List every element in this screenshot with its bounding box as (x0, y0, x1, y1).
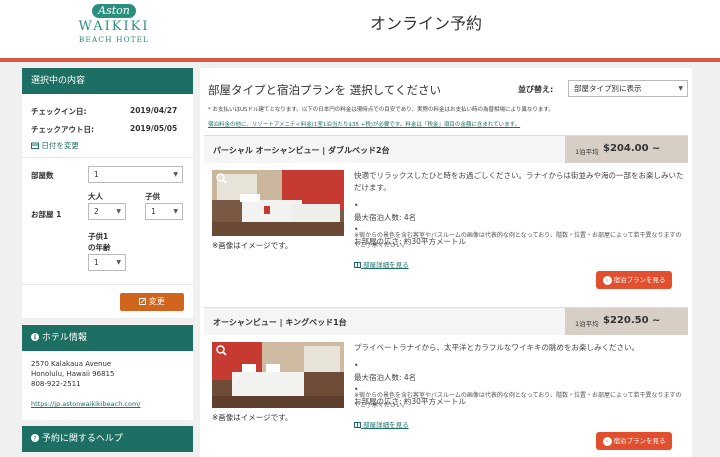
logo-sub-text: BEACH HOTEL (78, 35, 150, 44)
room-photo-image (212, 342, 344, 408)
image-disclaimer: ※宿からの景色を含む客室やバスルームの画像は代表的な例となっており、階数・位置・… (354, 232, 682, 249)
room-name: パーシャル オーシャンビュー | ダブルベッド2台 (213, 146, 390, 155)
room1-label: お部屋 1 (31, 210, 62, 219)
hotel-logo[interactable]: Aston WAIKIKI BEACH HOTEL (72, 4, 156, 54)
child-age-select[interactable]: 1 ▼ (88, 254, 126, 271)
hotel-info-heading-label: ホテル情報 (41, 333, 87, 343)
price-value: $204.00 ~ (603, 143, 661, 154)
room-header: オーシャンビュー | キングベッド1台 1泊平均 $220.50 ~ (204, 308, 688, 335)
change-button[interactable]: 変更 (120, 293, 184, 311)
adults-select[interactable]: 2 ▼ (88, 203, 126, 220)
view-plans-button[interactable]: › 宿泊プランを見る (596, 271, 672, 289)
page-header: Aston WAIKIKI BEACH HOTEL オンライン予約 (0, 0, 720, 58)
selection-panel-heading: 選択中の内容 (22, 68, 193, 94)
hotel-phone[interactable]: 808-922-2511 (31, 380, 81, 388)
change-dates-label: 日付を変更 (41, 141, 79, 150)
change-button-label: 変更 (148, 297, 165, 306)
image-caption: ※画像はイメージです。 (212, 241, 293, 250)
header-accent-bar (0, 58, 720, 62)
room-photo[interactable] (212, 342, 344, 408)
children-select[interactable]: 1 ▼ (145, 203, 183, 220)
checkout-value: 2019/05/05 (130, 124, 178, 133)
hotel-address-1: 2570 Kalakaua Avenue (31, 360, 112, 368)
room-description: プライベートラナイから、太平洋とカラフルなワイキキの眺めをお楽しみください。 (354, 343, 639, 352)
sort-select[interactable]: 部屋タイプ別に表示 ▼ (568, 80, 688, 97)
view-plans-label: 宿泊プランを見る (613, 276, 666, 284)
arrow-right-icon: › (602, 275, 612, 285)
floorplan-icon (354, 422, 361, 428)
adults-select-value: 2 (94, 207, 99, 216)
sidebar: 選択中の内容 チェックイン日: 2019/04/27 チェックアウト日: 201… (22, 68, 193, 457)
room-details-link[interactable]: 部屋詳細を見る (354, 419, 409, 429)
svg-text:?: ? (33, 435, 36, 442)
info-icon (31, 333, 39, 341)
price-label: 1泊平均 (575, 320, 599, 328)
help-heading-label: 予約に関するヘルプ (41, 434, 123, 444)
chevron-down-icon: ▼ (116, 259, 121, 266)
rooms-label: 部屋数 (31, 171, 54, 180)
room-photo[interactable] (212, 170, 344, 236)
child-age-label-1: 子供1 (88, 232, 109, 241)
price-box: 1泊平均 $204.00 ~ (565, 136, 688, 163)
room-details-label: 部屋詳細を見る (363, 261, 409, 269)
logo-script: Aston (92, 4, 136, 18)
rooms-select[interactable]: 1 ▼ (88, 166, 183, 183)
max-guests: • 最大宿泊人数: 4名 (354, 361, 417, 382)
page-title: オンライン予約 (370, 14, 483, 33)
room-card: パーシャル オーシャンビュー | ダブルベッド2台 1泊平均 $204.00 ~… (204, 135, 688, 294)
help-heading[interactable]: ? 予約に関するヘルプ (22, 426, 193, 452)
hotel-info-heading: ホテル情報 (22, 325, 193, 351)
hotel-info-panel: 2570 Kalakaua Avenue Honolulu, Hawaii 96… (22, 351, 193, 420)
checkin-label: チェックイン日: (31, 107, 87, 116)
max-guests: • 最大宿泊人数: 4名 (354, 201, 417, 222)
selection-panel: チェックイン日: 2019/04/27 チェックアウト日: 2019/05/05… (22, 94, 193, 318)
arrow-right-icon: › (602, 436, 612, 446)
checkin-value: 2019/04/27 (130, 106, 178, 115)
view-plans-button[interactable]: › 宿泊プランを見る (596, 432, 672, 450)
divider (22, 157, 193, 158)
price-label: 1泊平均 (575, 148, 599, 156)
rooms-select-value: 1 (94, 170, 99, 179)
zoom-icon[interactable] (216, 173, 227, 184)
logo-main-text: WAIKIKI (78, 19, 150, 34)
sort-label: 並び替え: (518, 85, 554, 94)
children-select-value: 1 (151, 207, 156, 216)
calendar-icon (31, 142, 39, 149)
children-label: 子供 (145, 192, 160, 201)
room-photo-image (212, 170, 344, 236)
floorplan-icon (354, 262, 361, 268)
chevron-down-icon: ▼ (678, 85, 683, 92)
main-heading: 部屋タイプと宿泊プランを 選択してください (208, 83, 441, 97)
question-icon: ? (31, 434, 39, 442)
view-plans-label: 宿泊プランを見る (613, 437, 666, 445)
currency-note: * お支払いはUSドル建てとなります。以下の日本円の料金は現時点での目安であり、… (208, 107, 554, 113)
image-disclaimer: ※宿からの景色を含む客室やバスルームの画像は代表的な例となっており、階数・位置・… (354, 392, 682, 409)
room-details-link[interactable]: 部屋詳細を見る (354, 259, 409, 269)
resort-fee-note[interactable]: 宿泊料金の他に、リゾートアメニティ料金(1室1泊当たり$35 +税)が必要です。… (208, 120, 520, 128)
main-content: 部屋タイプと宿泊プランを 選択してください 並び替え: 部屋タイプ別に表示 ▼ *… (200, 68, 692, 457)
room-details-label: 部屋詳細を見る (363, 421, 409, 429)
room-card: オーシャンビュー | キングベッド1台 1泊平均 $220.50 ~ ※画像はイ… (204, 307, 688, 457)
checkout-label: チェックアウト日: (31, 125, 94, 134)
zoom-icon[interactable] (216, 345, 227, 356)
room-header: パーシャル オーシャンビュー | ダブルベッド2台 1泊平均 $204.00 ~ (204, 136, 688, 163)
hotel-address-2: Honolulu, Hawaii 96815 (31, 370, 115, 378)
edit-icon (139, 298, 147, 305)
image-caption: ※画像はイメージです。 (212, 413, 293, 422)
child-age-select-value: 1 (94, 258, 99, 267)
room-description: 快適でリラックスしたひと時をお過ごしください。ラナイからは街並みや海の一部をお楽… (354, 171, 684, 192)
hotel-website-link[interactable]: https://jp.astonwaikikibeach.com/ (31, 400, 141, 408)
price-value: $220.50 ~ (603, 315, 661, 326)
child-age-label-2: の年齢 (88, 243, 111, 252)
chevron-down-icon: ▼ (173, 171, 178, 178)
price-box: 1泊平均 $220.50 ~ (565, 308, 688, 335)
room-name: オーシャンビュー | キングベッド1台 (213, 318, 347, 327)
sort-select-value: 部屋タイプ別に表示 (574, 84, 642, 93)
chevron-down-icon: ▼ (116, 208, 121, 215)
adults-label: 大人 (88, 192, 103, 201)
chevron-down-icon: ▼ (173, 208, 178, 215)
divider (22, 284, 193, 285)
change-dates-link[interactable]: 日付を変更 (31, 140, 79, 151)
